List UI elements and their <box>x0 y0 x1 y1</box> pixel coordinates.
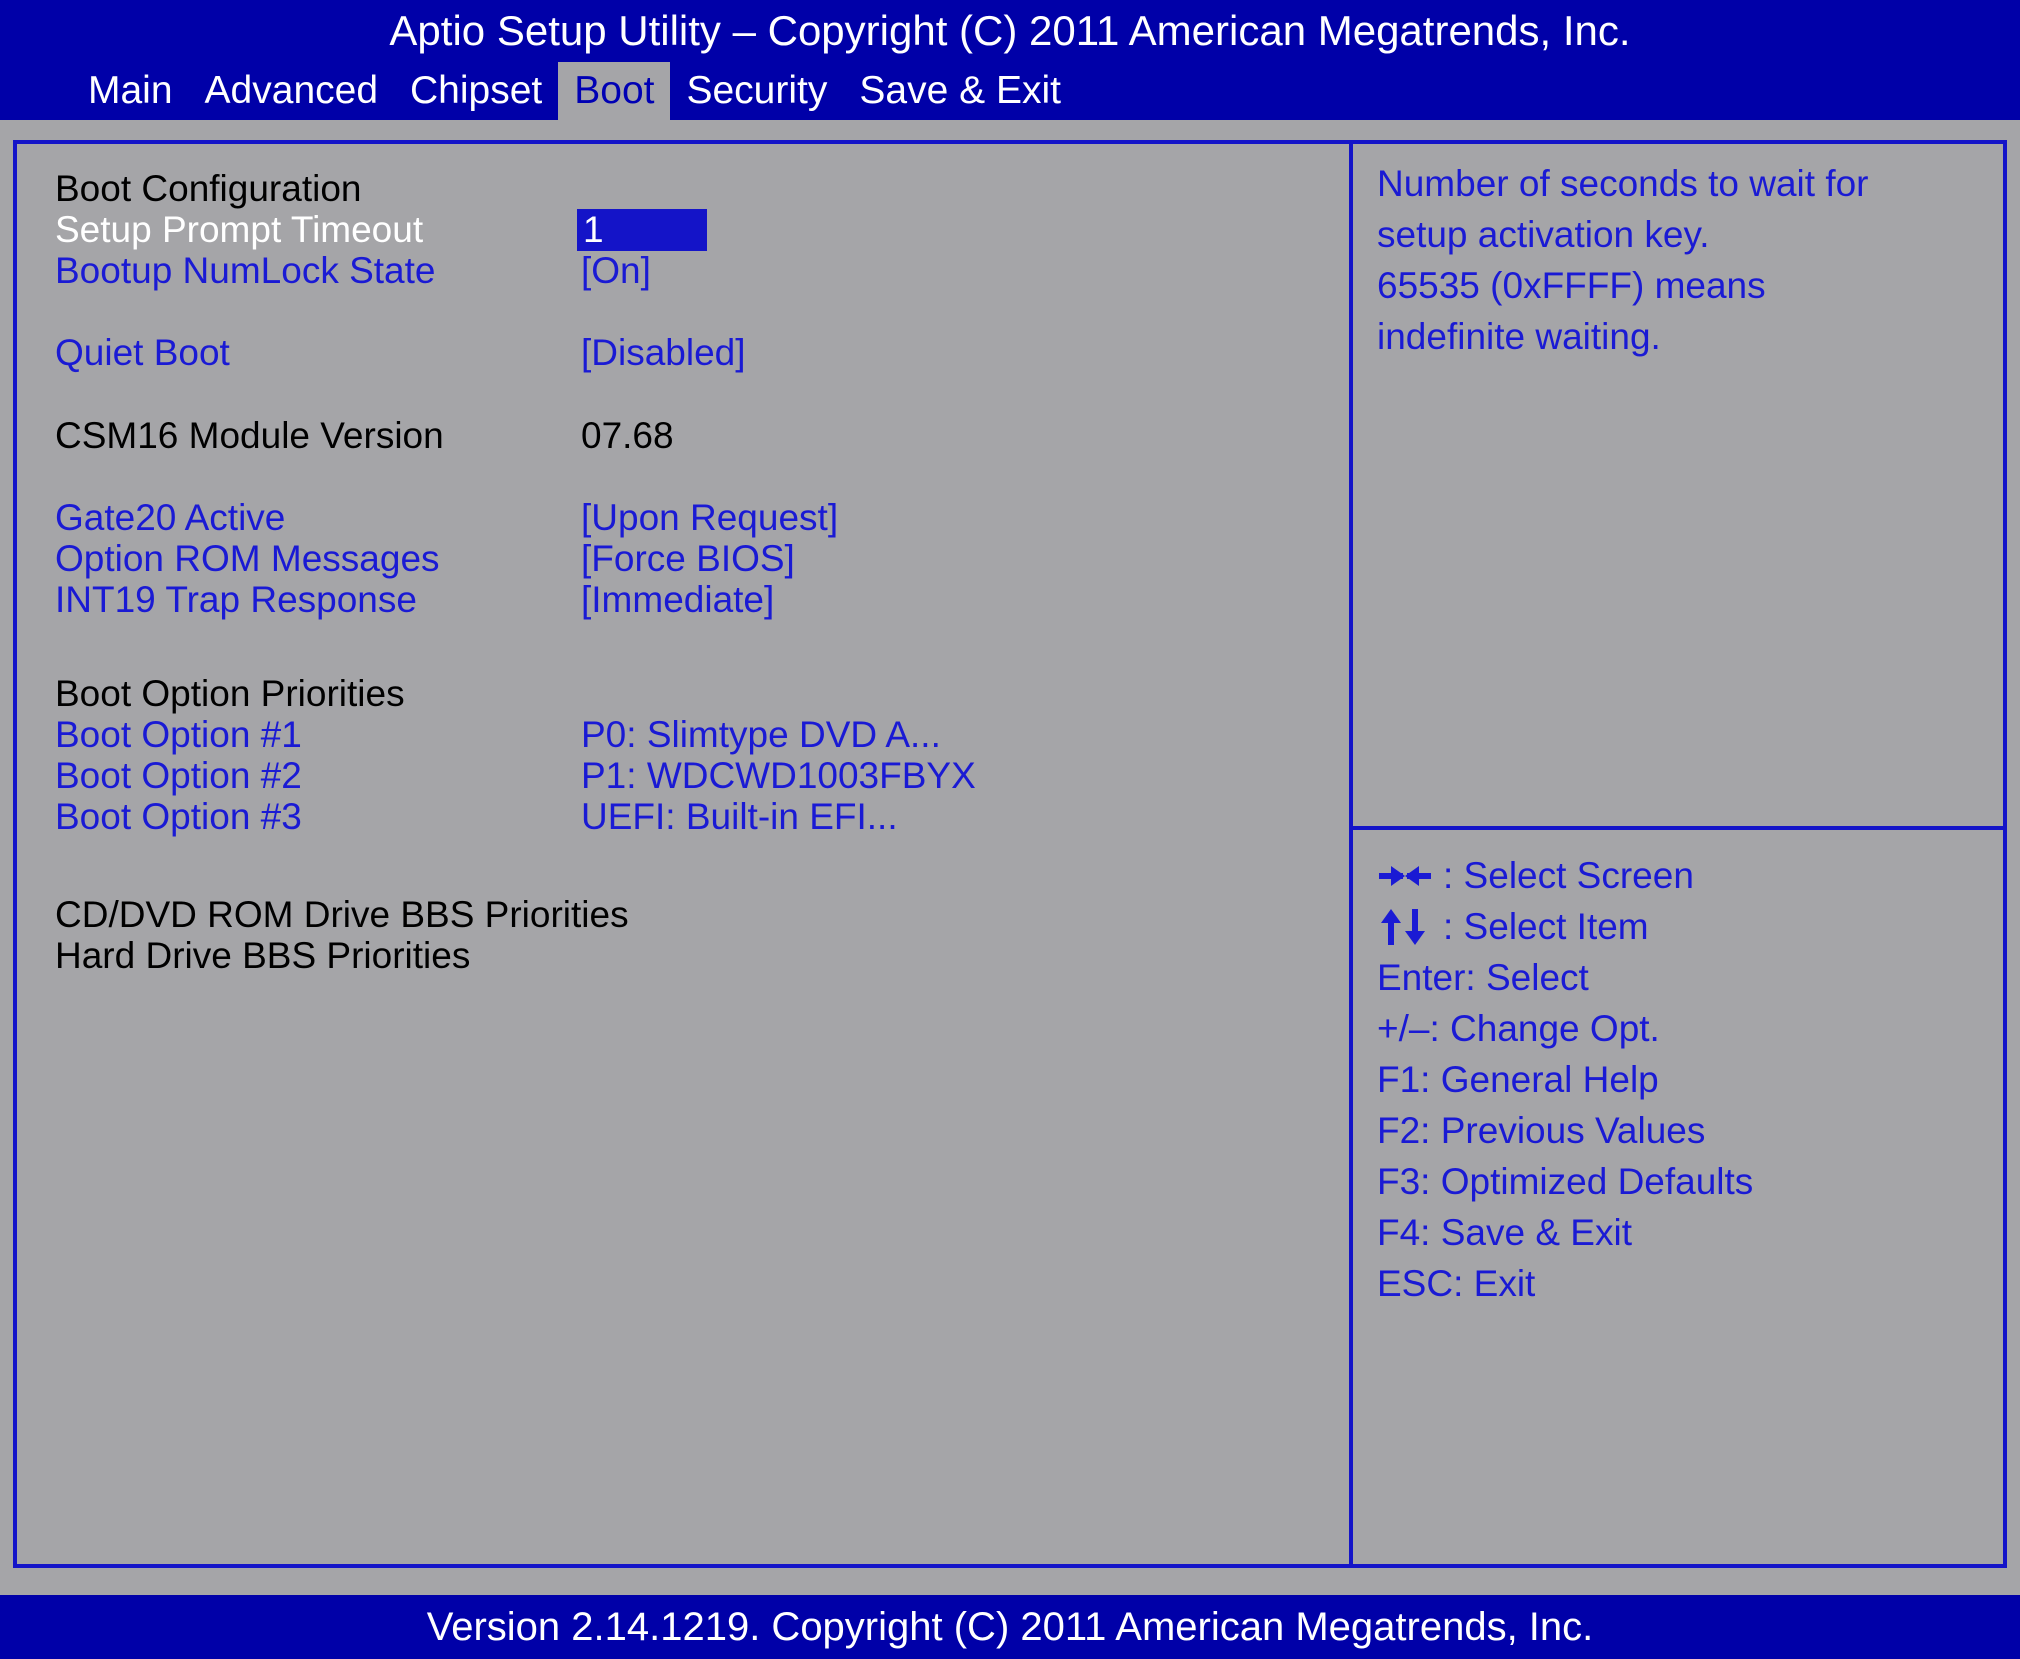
tab-label: Security <box>686 69 828 112</box>
setting-label: Boot Option Priorities <box>55 673 405 714</box>
legend-label: F3: Optimized Defaults <box>1377 1161 1754 1202</box>
legend-item: Enter: Select <box>1377 952 1983 1003</box>
setting-label: Quiet Boot <box>55 332 230 373</box>
setting-label: Setup Prompt Timeout <box>55 209 424 250</box>
legend-label: ESC: Exit <box>1377 1263 1536 1304</box>
setting-value[interactable]: [Disabled] <box>577 332 746 373</box>
legend-label: : Select Screen <box>1443 855 1694 896</box>
setting-row-boot-option-priorities: Boot Option Priorities <box>17 673 1327 714</box>
setting-label: CSM16 Module Version <box>55 415 444 456</box>
setting-row-cd-dvd-rom-drive-bbs-priorities[interactable]: CD/DVD ROM Drive BBS Priorities <box>17 894 1327 935</box>
help-text-line: setup activation key. <box>1377 214 1710 255</box>
setting-value[interactable]: [Immediate] <box>577 579 774 620</box>
setting-row-csm16-module-version: CSM16 Module Version 07.68 <box>17 415 1327 456</box>
setting-label: CD/DVD ROM Drive BBS Priorities <box>55 894 629 935</box>
legend-item: F4: Save & Exit <box>1377 1207 1983 1258</box>
key-legend-panel: : Select Screen : Select Item Enter: Selec… <box>1353 830 2007 1564</box>
tab-label: Boot <box>574 69 655 112</box>
tab-boot[interactable]: Boot <box>558 62 671 120</box>
menu-bar: Main Advanced Chipset Boot Security Save & Ex… <box>0 62 2020 120</box>
legend-label: +/–: Change Opt. <box>1377 1008 1660 1049</box>
body-area: Boot Configuration Setup Prompt Timeout 1 B… <box>0 140 2020 1595</box>
settings-list: Boot Configuration Setup Prompt Timeout 1 B… <box>17 144 1349 1564</box>
tab-label: Main <box>88 69 173 112</box>
setting-label: Bootup NumLock State <box>55 250 436 291</box>
setting-value[interactable]: P1: WDCWD1003FBYX <box>577 755 976 796</box>
legend-item: F1: General Help <box>1377 1054 1983 1105</box>
menu-underline <box>0 120 2020 140</box>
setting-value[interactable]: [Upon Request] <box>577 497 838 538</box>
tab-label: Advanced <box>204 69 379 112</box>
setting-row-boot-option-num1[interactable]: Boot Option #1 P0: Slimtype DVD A... <box>17 714 1327 755</box>
setting-value[interactable]: [On] <box>577 250 651 291</box>
tab-label: Save & Exit <box>859 69 1061 112</box>
legend-item: ESC: Exit <box>1377 1258 1983 1309</box>
setting-row-boot-option-num2[interactable]: Boot Option #2 P1: WDCWD1003FBYX <box>17 755 1327 796</box>
setting-label: Hard Drive BBS Priorities <box>55 935 471 976</box>
tab-chipset[interactable]: Chipset <box>394 62 558 120</box>
setting-label: Boot Option #3 <box>55 796 302 837</box>
legend-item: F2: Previous Values <box>1377 1105 1983 1156</box>
arrows-up-down-icon <box>1377 907 1433 947</box>
legend-item: F3: Optimized Defaults <box>1377 1156 1983 1207</box>
legend-label: : Select Item <box>1443 906 1649 947</box>
setting-label: Boot Configuration <box>55 168 362 209</box>
setting-value-input[interactable]: 1 <box>577 208 707 251</box>
legend-label: Enter: Select <box>1377 957 1589 998</box>
tab-security[interactable]: Security <box>670 62 843 120</box>
setting-row-option-rom-messages[interactable]: Option ROM Messages [Force BIOS] <box>17 538 1327 579</box>
tab-main[interactable]: Main <box>72 62 189 120</box>
help-text-line: indefinite waiting. <box>1377 316 1661 357</box>
setting-value[interactable]: P0: Slimtype DVD A... <box>577 714 941 755</box>
tab-save-exit[interactable]: Save & Exit <box>843 62 1077 120</box>
arrows-left-right-icon <box>1377 861 1433 891</box>
setting-row-boot-configuration: Boot Configuration <box>17 168 1327 209</box>
legend-item: : Select Item <box>1377 901 1983 952</box>
setting-label: Option ROM Messages <box>55 538 440 579</box>
help-text-line: 65535 (0xFFFF) means <box>1377 265 1766 306</box>
setting-label: INT19 Trap Response <box>55 579 417 620</box>
legend-item: : Select Screen <box>1377 850 1983 901</box>
setting-row-bootup-numlock-state[interactable]: Bootup NumLock State [On] <box>17 250 1327 291</box>
bios-setup-screen: Aptio Setup Utility – Copyright (C) 2011… <box>0 0 2020 1659</box>
version-footer: Version 2.14.1219. Copyright (C) 2011 Am… <box>0 1595 2020 1659</box>
help-text-line: Number of seconds to wait for <box>1377 163 1869 204</box>
setting-value: 07.68 <box>581 415 674 456</box>
setting-label: Boot Option #2 <box>55 755 302 796</box>
tab-advanced[interactable]: Advanced <box>189 62 394 120</box>
setting-row-int19-trap-response[interactable]: INT19 Trap Response [Immediate] <box>17 579 1327 620</box>
legend-item: +/–: Change Opt. <box>1377 1003 1983 1054</box>
legend-label: F1: General Help <box>1377 1059 1659 1100</box>
app-title: Aptio Setup Utility – Copyright (C) 2011… <box>0 0 2020 62</box>
setting-label: Gate20 Active <box>55 497 286 538</box>
help-panel: Number of seconds to wait for setup activ… <box>1353 144 2007 826</box>
setting-row-gate20-active[interactable]: Gate20 Active [Upon Request] <box>17 497 1327 538</box>
tab-label: Chipset <box>410 69 543 112</box>
setting-row-boot-option-num3[interactable]: Boot Option #3 UEFI: Built-in EFI... <box>17 796 1327 837</box>
legend-label: F2: Previous Values <box>1377 1110 1706 1151</box>
legend-label: F4: Save & Exit <box>1377 1212 1632 1253</box>
setting-value[interactable]: UEFI: Built-in EFI... <box>577 796 898 837</box>
setting-row-hard-drive-bbs-priorities[interactable]: Hard Drive BBS Priorities <box>17 935 1327 976</box>
setting-value[interactable]: [Force BIOS] <box>577 538 795 579</box>
setting-row-setup-prompt-timeout[interactable]: Setup Prompt Timeout 1 <box>17 208 1327 251</box>
setting-label: Boot Option #1 <box>55 714 302 755</box>
setting-row-quiet-boot[interactable]: Quiet Boot [Disabled] <box>17 332 1327 373</box>
